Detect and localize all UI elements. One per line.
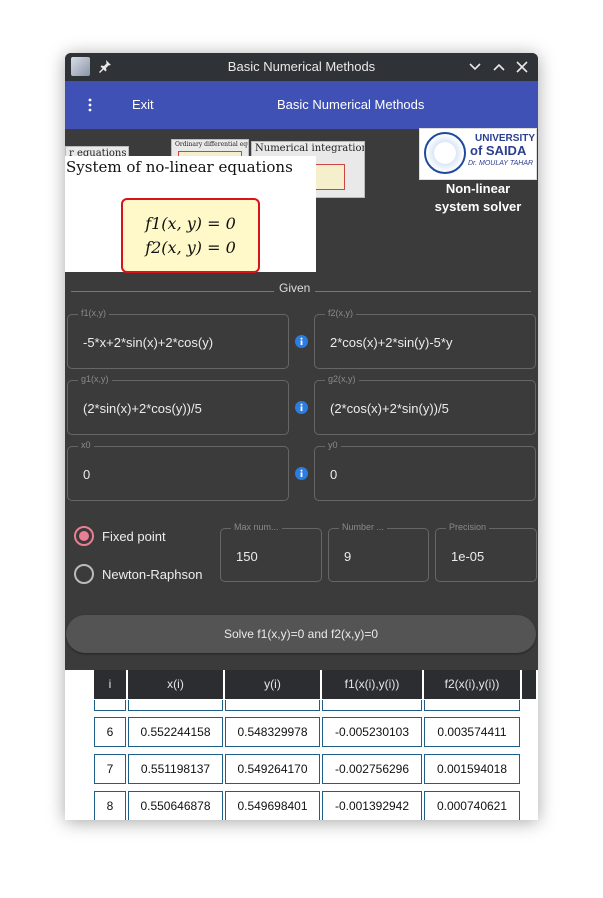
close-icon[interactable] bbox=[514, 59, 530, 75]
number-field[interactable]: Number ... 9 bbox=[328, 522, 429, 582]
f1-field[interactable]: f1(x,y) -5*x+2*sin(x)+2*cos(y) bbox=[67, 308, 289, 369]
info-icon[interactable] bbox=[295, 401, 308, 414]
solver-label: Non-linear system solver bbox=[434, 181, 522, 214]
x0-field[interactable]: x0 0 bbox=[67, 440, 289, 501]
equation-f1: f1(x, y) = 0 bbox=[145, 214, 236, 233]
max-iterations-field[interactable]: Max num... 150 bbox=[220, 522, 322, 582]
f2-field[interactable]: f2(x,y) 2*cos(x)+2*sin(y)-5*y bbox=[314, 308, 536, 369]
table-row[interactable]: 7 0.551198137 0.549264170 -0.002756296 0… bbox=[94, 754, 522, 784]
header-x[interactable]: x(i) bbox=[128, 670, 225, 699]
equation-f2: f2(x, y) = 0 bbox=[145, 238, 236, 257]
y0-field[interactable]: y0 0 bbox=[314, 440, 536, 501]
equation-box: f1(x, y) = 0 f2(x, y) = 0 bbox=[121, 198, 260, 273]
more-vert-icon[interactable] bbox=[83, 95, 97, 115]
app-title: Basic Numerical Methods bbox=[277, 97, 425, 112]
g2-field[interactable]: g2(x,y) (2*cos(x)+2*sin(y))/5 bbox=[314, 374, 536, 435]
newton-raphson-radio[interactable] bbox=[74, 564, 94, 584]
fixed-point-label[interactable]: Fixed point bbox=[102, 529, 166, 544]
table-row-partial bbox=[94, 700, 522, 711]
header-f1[interactable]: f1(x(i),y(i)) bbox=[322, 670, 424, 699]
app-window: Basic Numerical Methods Exit Basic Numer… bbox=[65, 53, 538, 820]
fixed-point-radio[interactable] bbox=[74, 526, 94, 546]
title-bar: Basic Numerical Methods bbox=[65, 53, 538, 81]
precision-field[interactable]: Precision 1e-05 bbox=[435, 522, 537, 582]
table-row[interactable]: 6 0.552244158 0.548329978 -0.005230103 0… bbox=[94, 717, 522, 747]
header-y[interactable]: y(i) bbox=[225, 670, 322, 699]
header-f2[interactable]: f2(x(i),y(i)) bbox=[424, 670, 522, 699]
info-icon[interactable] bbox=[295, 335, 308, 348]
header-i[interactable]: i bbox=[94, 670, 128, 699]
exit-button[interactable]: Exit bbox=[132, 97, 154, 112]
equation-title: System of no-linear equations bbox=[66, 158, 293, 176]
results-table: i x(i) y(i) f1(x(i),y(i)) f2(x(i),y(i)) … bbox=[65, 670, 538, 820]
table-header: i x(i) y(i) f1(x(i),y(i)) f2(x(i),y(i)) bbox=[94, 670, 536, 699]
solve-button[interactable]: Solve f1(x,y)=0 and f2(x,y)=0 bbox=[66, 615, 536, 653]
minimize-icon[interactable] bbox=[467, 59, 483, 75]
university-logo: UNIVERSITY of SAIDA Dr. MOULAY TAHAR bbox=[419, 128, 537, 180]
info-icon[interactable] bbox=[295, 467, 308, 480]
newton-raphson-label[interactable]: Newton-Raphson bbox=[102, 567, 202, 582]
maximize-icon[interactable] bbox=[491, 59, 507, 75]
given-label: Given bbox=[274, 281, 316, 295]
university-seal-icon bbox=[424, 132, 466, 174]
equation-card: System of no-linear equations f1(x, y) =… bbox=[65, 156, 316, 273]
app-bar: Exit Basic Numerical Methods bbox=[65, 81, 538, 129]
g1-field[interactable]: g1(x,y) (2*sin(x)+2*cos(y))/5 bbox=[67, 374, 289, 435]
table-row[interactable]: 8 0.550646878 0.549698401 -0.001392942 0… bbox=[94, 791, 522, 820]
